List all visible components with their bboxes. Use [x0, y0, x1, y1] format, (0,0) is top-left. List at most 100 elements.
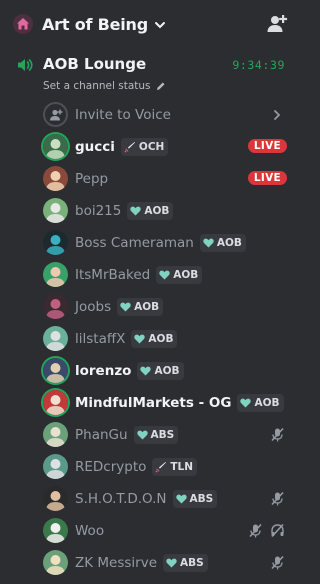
member-name: PhanGu: [75, 427, 128, 443]
invite-to-voice[interactable]: Invite to Voice: [0, 99, 300, 131]
mic-off-icon: [270, 555, 285, 574]
guild-tag-label: TLN: [170, 461, 194, 473]
live-badge[interactable]: LIVE: [247, 171, 287, 185]
avatar[interactable]: [43, 198, 68, 223]
guild-tag[interactable]: AOB: [199, 234, 246, 252]
member-row[interactable]: Joobs AOB: [0, 291, 300, 323]
guild-tag-label: AOB: [254, 397, 280, 409]
guild-tag[interactable]: AOB: [237, 394, 284, 412]
guild-tag-label: AOB: [144, 205, 170, 217]
member-row[interactable]: Pepp LIVE: [0, 163, 300, 195]
guild-tag[interactable]: OCH: [120, 138, 169, 156]
call-timer: 9:34:39: [232, 58, 285, 72]
avatar[interactable]: [43, 422, 68, 447]
sword-icon: [124, 141, 136, 153]
avatar[interactable]: [43, 294, 68, 319]
mic-off-icon: [270, 427, 285, 446]
member-name: gucci: [75, 139, 115, 155]
voice-member-list: Invite to Voice gucci OCH LIVE Pepp LIVE boi2…: [0, 99, 300, 579]
guild-tag-label: AOB: [173, 269, 199, 281]
member-row[interactable]: ZK Messirve ABS: [0, 547, 300, 579]
channel-status-text: Set a channel status: [43, 80, 151, 92]
heart-icon: [130, 206, 142, 216]
speaker-icon: [18, 59, 33, 71]
member-row[interactable]: MindfulMarkets - OG AOB: [0, 387, 300, 419]
guild-tag[interactable]: AOB: [137, 362, 184, 380]
avatar[interactable]: [43, 134, 68, 159]
server-name[interactable]: Art of Being: [42, 15, 148, 34]
guild-tag-label: ABS: [150, 429, 175, 441]
member-name: ItsMrBaked: [75, 267, 151, 283]
heart-icon: [166, 558, 177, 568]
guild-tag-label: OCH: [138, 141, 165, 153]
guild-tag[interactable]: AOB: [131, 330, 178, 348]
server-home-icon: [13, 14, 33, 34]
member-row[interactable]: S.H.O.T.D.O.N ABS: [0, 483, 300, 515]
mic-off-icon: [248, 523, 263, 542]
heart-icon: [159, 270, 170, 280]
avatar[interactable]: [43, 262, 68, 287]
member-name: ZK Messirve: [75, 555, 158, 571]
avatar[interactable]: [43, 486, 68, 511]
guild-tag[interactable]: TLN: [152, 458, 198, 476]
heart-icon: [134, 334, 146, 344]
guild-tag[interactable]: ABS: [172, 490, 218, 508]
member-name: lilstaffX: [75, 331, 126, 347]
heart-icon: [136, 430, 148, 440]
member-name: S.H.O.T.D.O.N: [75, 491, 167, 507]
channel-status[interactable]: Set a channel status: [43, 80, 166, 92]
pencil-icon[interactable]: [156, 81, 166, 91]
member-row[interactable]: gucci OCH LIVE: [0, 131, 300, 163]
live-badge[interactable]: LIVE: [247, 139, 287, 153]
avatar[interactable]: [43, 390, 68, 415]
member-name: lorenzo: [75, 363, 132, 379]
heart-icon: [140, 366, 152, 376]
guild-tag-label: AOB: [148, 333, 174, 345]
guild-tag[interactable]: AOB: [127, 202, 174, 220]
guild-tag-label: AOB: [134, 301, 160, 313]
avatar[interactable]: [43, 518, 68, 543]
member-row[interactable]: lorenzo AOB: [0, 355, 300, 387]
chevron-down-icon[interactable]: [154, 19, 166, 31]
guild-tag[interactable]: ABS: [163, 554, 208, 572]
sword-icon: [155, 461, 167, 473]
member-row[interactable]: Woo: [0, 515, 300, 547]
voice-channel[interactable]: AOB Lounge 9:34:39 Set a channel status: [0, 52, 300, 94]
add-member-icon[interactable]: [266, 13, 288, 35]
member-name: Boss Cameraman: [75, 235, 194, 251]
member-name: REDcrypto: [75, 459, 147, 475]
add-user-icon: [43, 102, 68, 127]
guild-tag-label: AOB: [154, 365, 180, 377]
guild-tag[interactable]: AOB: [117, 298, 164, 316]
avatar[interactable]: [43, 358, 68, 383]
server-header[interactable]: Art of Being: [0, 0, 300, 48]
member-name: MindfulMarkets - OG: [75, 395, 232, 411]
member-row[interactable]: ItsMrBaked AOB: [0, 259, 300, 291]
member-row[interactable]: REDcrypto TLN: [0, 451, 300, 483]
avatar[interactable]: [43, 550, 68, 575]
heart-icon: [240, 398, 252, 408]
member-row[interactable]: Boss Cameraman AOB: [0, 227, 300, 259]
member-row[interactable]: boi215 AOB: [0, 195, 300, 227]
avatar[interactable]: [43, 230, 68, 255]
heart-icon: [203, 238, 214, 248]
avatar[interactable]: [43, 326, 68, 351]
member-row[interactable]: PhanGu ABS: [0, 419, 300, 451]
heart-icon: [120, 302, 131, 312]
member-row[interactable]: lilstaffX AOB: [0, 323, 300, 355]
member-name: Pepp: [75, 171, 109, 187]
chevron-right-icon: [274, 110, 281, 120]
member-name: Joobs: [75, 299, 112, 315]
guild-tag-label: ABS: [180, 557, 204, 569]
invite-label: Invite to Voice: [75, 107, 171, 123]
avatar[interactable]: [43, 166, 68, 191]
member-name: boi215: [75, 203, 122, 219]
avatar[interactable]: [43, 454, 68, 479]
guild-tag-label: AOB: [216, 237, 242, 249]
mic-off-icon: [270, 491, 285, 510]
headphones-off-icon: [270, 523, 285, 542]
member-name: Woo: [75, 523, 105, 539]
guild-tag[interactable]: AOB: [156, 266, 203, 284]
channel-name[interactable]: AOB Lounge: [43, 55, 146, 73]
guild-tag[interactable]: ABS: [133, 426, 179, 444]
